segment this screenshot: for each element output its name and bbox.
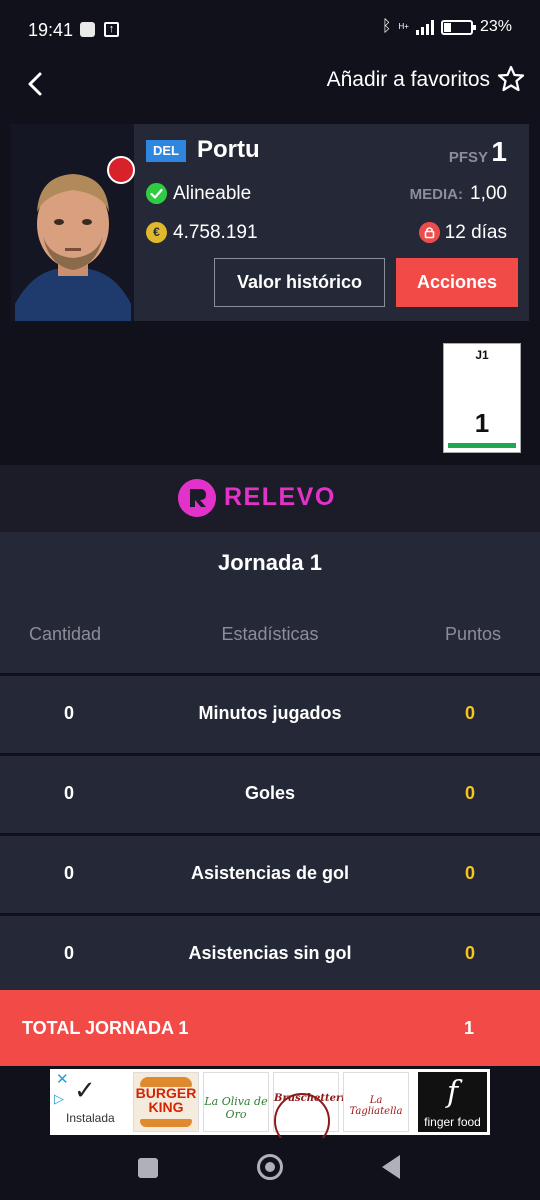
team-crest-icon xyxy=(107,156,135,184)
system-nav-bar xyxy=(0,1138,540,1200)
network-type: H+ xyxy=(398,22,409,31)
lock-days: 12 días xyxy=(444,222,507,243)
ad-bar: ✕ ▷ ✓ Instalada BURGER KING La Oliva de … xyxy=(0,1066,540,1149)
table-row: 0 Asistencias de gol 0 xyxy=(0,833,540,910)
column-header-points: Puntos xyxy=(444,624,501,644)
table-row: 0 Asistencias sin gol 0 xyxy=(0,913,540,990)
back-icon[interactable] xyxy=(382,1155,400,1179)
row-stat-name: Minutos jugados xyxy=(198,703,342,723)
row-stat-name: Asistencias de gol xyxy=(190,863,350,883)
status-bar: 19:41 ↑ ᛒ H+ 23% xyxy=(0,0,540,62)
round-card[interactable]: J1 1 xyxy=(443,343,521,453)
stats-panel: Jornada 1 Cantidad Estadísticas Puntos 0… xyxy=(0,532,540,990)
burger-king-logo: BURGER KING xyxy=(133,1072,199,1132)
coin-icon: € xyxy=(146,222,167,243)
row-stat-name: Goles xyxy=(244,783,296,803)
row-points: 0 xyxy=(464,943,475,963)
market-value: 4.758.191 xyxy=(173,222,258,243)
player-portrait-image xyxy=(11,124,134,321)
notification-icon xyxy=(80,22,95,37)
total-value: 1 xyxy=(463,1018,474,1038)
sponsor-banner[interactable]: RELEVO xyxy=(0,465,540,532)
ad-close-icon[interactable]: ✕ xyxy=(56,1070,69,1088)
media-label: MEDIA: xyxy=(409,186,463,203)
upload-icon: ↑ xyxy=(104,22,119,37)
player-photo xyxy=(11,124,134,321)
back-arrow-icon[interactable] xyxy=(20,66,56,102)
ad-choices-icon[interactable]: ▷ xyxy=(54,1091,64,1107)
add-favorite-label[interactable]: Añadir a favoritos xyxy=(327,68,490,92)
round-indicator-bar xyxy=(448,443,516,448)
table-row: 0 Minutos jugados 0 xyxy=(0,673,540,750)
battery-icon xyxy=(440,19,476,35)
check-icon xyxy=(146,183,167,204)
status-icons: ᛒ H+ 23% xyxy=(382,18,512,36)
ad-installed-label: Instalada xyxy=(66,1111,115,1125)
row-points: 0 xyxy=(464,703,475,723)
star-icon[interactable] xyxy=(496,64,526,94)
lock-icon xyxy=(419,222,440,243)
actions-button[interactable]: Acciones xyxy=(396,258,518,307)
la-tagliatella-logo: La Tagliatella xyxy=(343,1072,409,1132)
historical-value-button[interactable]: Valor histórico xyxy=(214,258,385,307)
sponsor-name: RELEVO xyxy=(224,483,336,511)
signal-icon xyxy=(415,19,434,35)
table-row: 0 Goles 0 xyxy=(0,753,540,830)
player-status: Alineable xyxy=(173,183,252,204)
battery-level: 23% xyxy=(479,18,512,35)
position-badge: DEL xyxy=(146,140,186,162)
total-label: TOTAL JORNADA 1 xyxy=(22,1018,189,1038)
home-icon[interactable] xyxy=(257,1154,283,1180)
row-points: 0 xyxy=(464,783,475,803)
row-stat-name: Asistencias sin gol xyxy=(188,943,352,963)
top-bar: Añadir a favoritos xyxy=(0,62,540,122)
ad-brand-check-icon: ✓ xyxy=(74,1075,96,1105)
stats-title: Jornada 1 xyxy=(218,550,322,575)
finger-food-logo: f finger food xyxy=(418,1072,487,1132)
bluetooth-icon: ᛒ xyxy=(381,18,392,35)
player-card: DEL Portu PFSY 1 Alineable MEDIA: 1,00 €… xyxy=(11,124,529,321)
round-label: J1 xyxy=(475,348,489,362)
relevo-logo-icon xyxy=(178,479,216,517)
media-value: 1,00 xyxy=(470,183,507,204)
row-points: 0 xyxy=(464,863,475,883)
player-name: Portu xyxy=(197,136,260,163)
recent-apps-icon[interactable] xyxy=(138,1158,158,1178)
bruschetteria-logo: Bruschetteria xyxy=(273,1072,352,1149)
la-oliva-logo: La Oliva de Oro xyxy=(203,1072,269,1132)
pfsy-value: 1 xyxy=(491,136,507,167)
ad-banner[interactable]: ✕ ▷ ✓ Instalada BURGER KING La Oliva de … xyxy=(50,1069,490,1149)
status-time: 19:41 xyxy=(28,20,74,40)
total-bar: TOTAL JORNADA 1 1 xyxy=(0,990,540,1066)
round-points: 1 xyxy=(474,408,490,438)
pfsy-label: PFSY xyxy=(448,149,488,166)
